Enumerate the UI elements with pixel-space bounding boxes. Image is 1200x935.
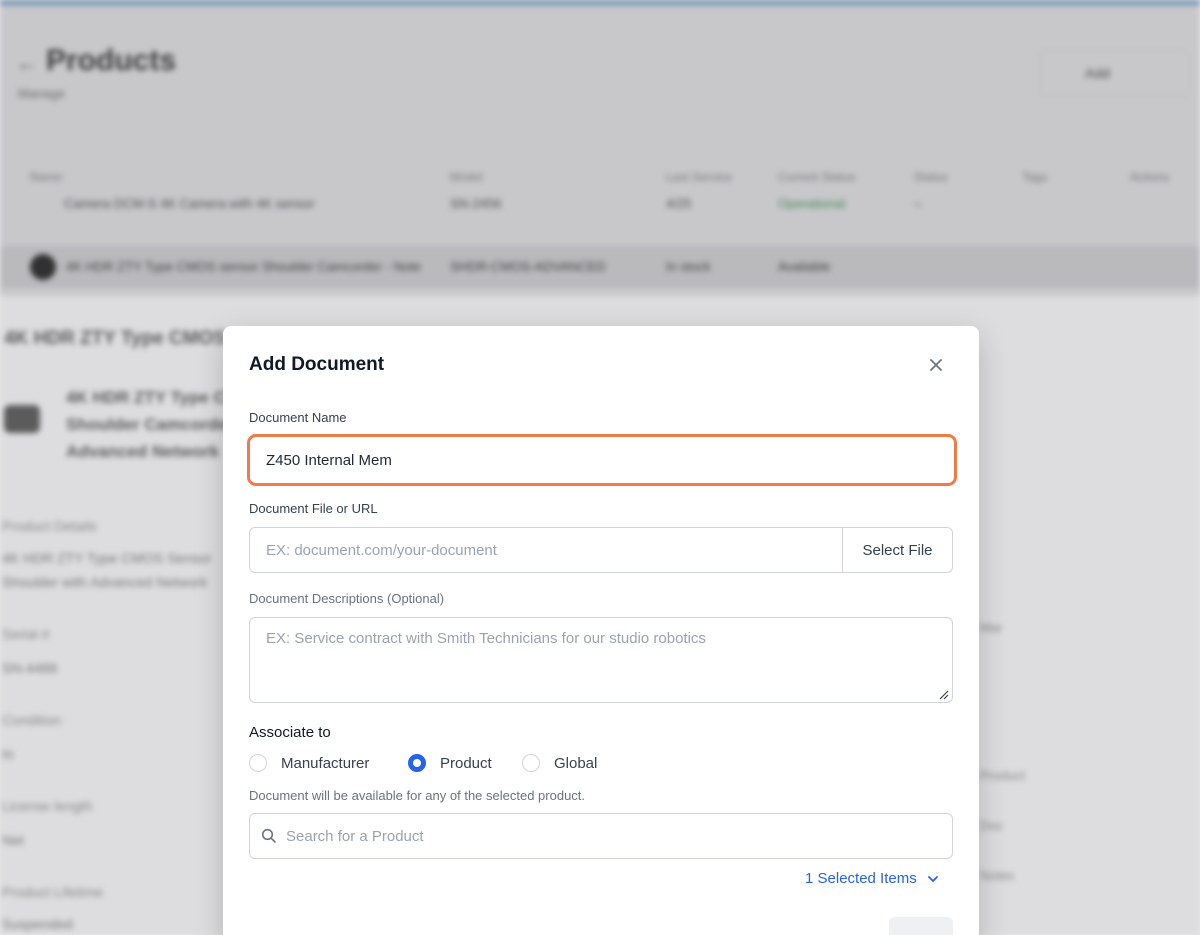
radio-manufacturer[interactable]: Manufacturer [249,754,369,772]
selected-items-label: 1 Selected Items [805,870,917,887]
document-url-input[interactable] [249,527,843,573]
search-icon [261,828,276,843]
radio-label: Manufacturer [281,754,370,772]
radio-checked-icon[interactable] [408,754,426,772]
radio-global[interactable]: Global [522,754,597,772]
chevron-down-icon [927,875,938,882]
footer-action-button[interactable] [889,917,953,935]
radio-label: Global [554,754,598,772]
document-name-label: Document Name [249,410,347,425]
product-search-input[interactable] [284,814,944,858]
radio-label: Product [440,754,492,772]
document-description-textarea[interactable] [249,617,953,703]
associate-to-heading: Associate to [249,724,331,741]
document-description-label: Document Descriptions (Optional) [249,591,445,606]
associate-hint: Document will be available for any of th… [249,788,586,803]
close-icon[interactable] [923,352,949,378]
add-document-modal: Add Document Document Name Document File… [223,326,979,935]
select-file-button[interactable]: Select File [842,527,953,573]
product-search-box[interactable] [249,813,953,859]
modal-title: Add Document [249,354,385,375]
radio-unchecked-icon[interactable] [522,754,540,772]
resize-grip-icon[interactable] [937,688,949,700]
radio-product[interactable]: Product [408,754,492,772]
selected-items-toggle[interactable]: 1 Selected Items [805,870,939,887]
radio-unchecked-icon[interactable] [249,754,267,772]
document-name-input[interactable] [249,437,953,483]
document-file-label: Document File or URL [249,501,378,516]
